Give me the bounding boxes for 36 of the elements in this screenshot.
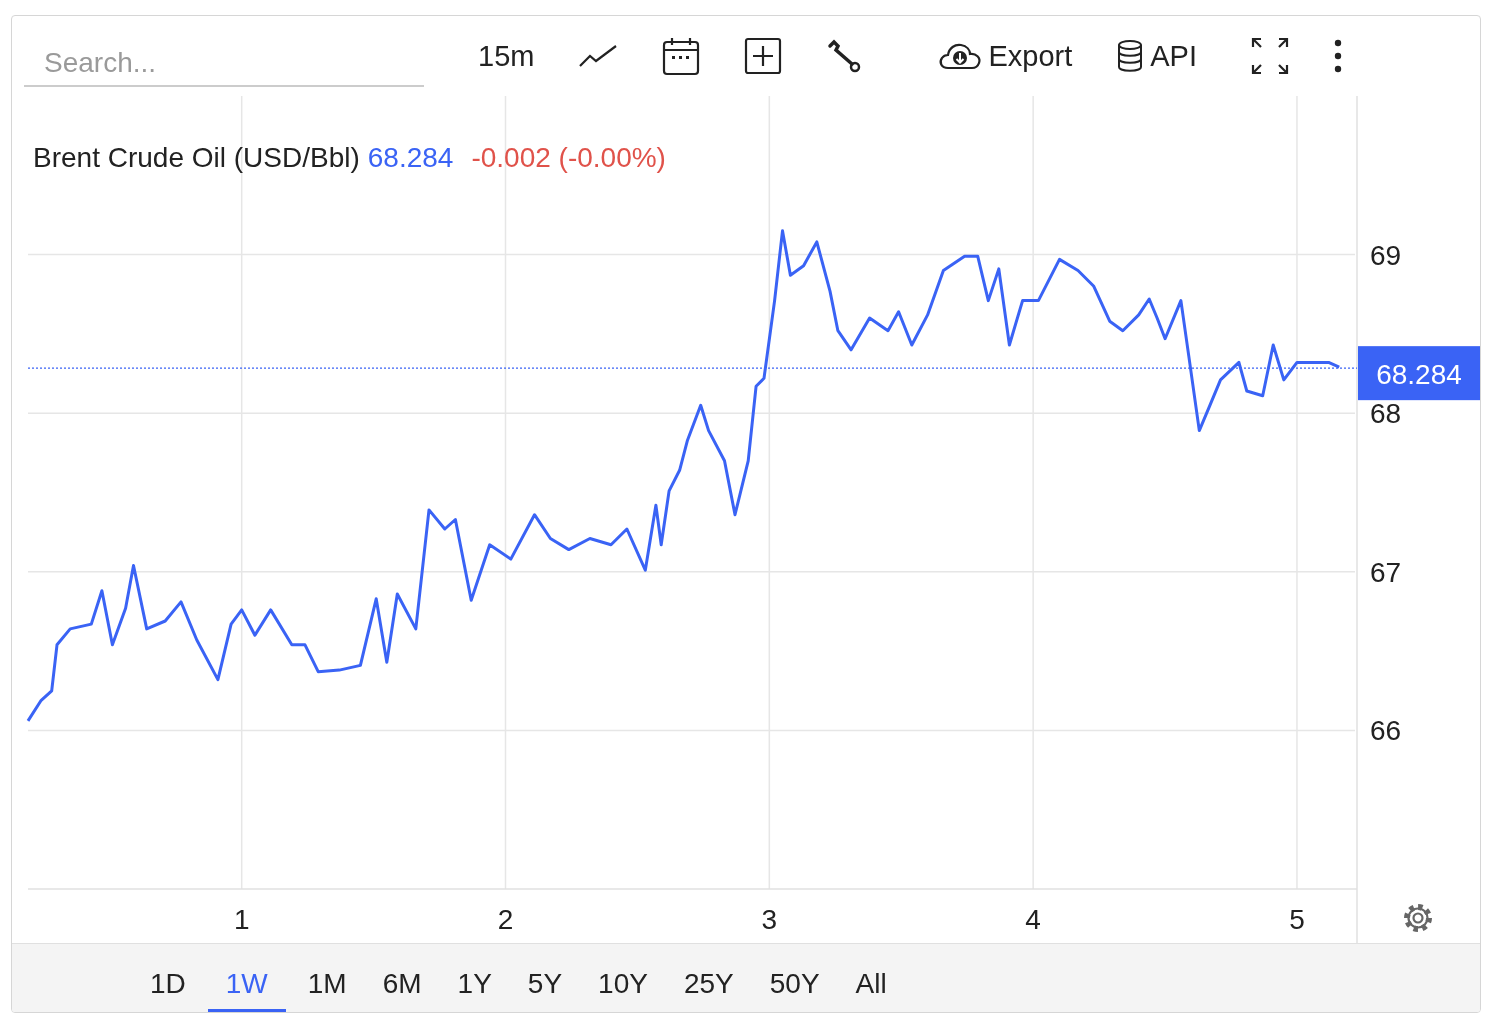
interval-button[interactable]: 15m	[478, 39, 535, 73]
range-tab[interactable]: 6M	[368, 944, 436, 1012]
range-tab[interactable]: 50Y	[755, 944, 834, 1012]
cloud-download-icon	[938, 41, 983, 71]
y-axis-label: 69	[1370, 239, 1402, 271]
fullscreen-icon[interactable]	[1251, 37, 1289, 75]
range-tab[interactable]: 1Y	[443, 944, 506, 1012]
more-options-icon[interactable]	[1333, 39, 1343, 73]
range-tab[interactable]: 1W	[207, 944, 286, 1012]
y-axis-label: 66	[1370, 715, 1402, 747]
calendar-icon[interactable]	[662, 36, 701, 76]
wrench-icon[interactable]	[826, 38, 863, 74]
range-tab[interactable]: All	[841, 944, 901, 1012]
export-button[interactable]: Export	[938, 39, 1073, 73]
range-tab[interactable]: 5Y	[513, 944, 577, 1012]
add-box-icon[interactable]	[744, 37, 783, 75]
range-tab[interactable]: 1D	[136, 944, 200, 1012]
ref-line-label: 68.284	[1376, 359, 1462, 391]
instrument-name: Brent Crude Oil (USD/Bbl)	[33, 142, 360, 174]
x-axis-label: 4	[1025, 904, 1041, 935]
x-axis-label: 2	[497, 904, 514, 935]
last-price-tag: 68.284	[1358, 346, 1480, 401]
current-price: 68.284	[367, 142, 454, 174]
range-tab[interactable]: 10Y	[584, 944, 662, 1012]
price-change: -0.002 (-0.00%)	[471, 142, 666, 174]
range-tab[interactable]: 1M	[293, 944, 361, 1012]
database-icon	[1116, 39, 1145, 73]
y-axis-label: 68	[1370, 398, 1402, 430]
settings-icon[interactable]	[1404, 904, 1432, 932]
y-axis-label: 67	[1370, 556, 1402, 588]
x-axis-label: 1	[233, 904, 250, 935]
x-axis-label: 3	[761, 904, 778, 935]
range-tab[interactable]: 25Y	[669, 944, 748, 1012]
api-button[interactable]: API	[1116, 39, 1197, 73]
search-field[interactable]: Search...	[24, 41, 424, 87]
x-axis-label: 5	[1289, 904, 1305, 935]
